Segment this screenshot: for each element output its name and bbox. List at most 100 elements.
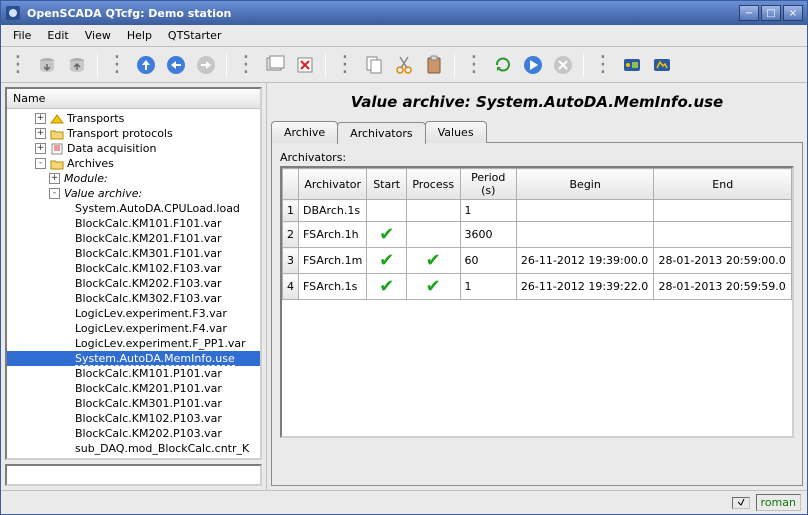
tree-row[interactable]: BlockCalc.KM102.P103.var — [7, 411, 260, 426]
copy-button[interactable] — [360, 51, 388, 79]
tab-archivators[interactable]: Archivators — [337, 122, 425, 144]
table-row[interactable]: 1DBArch.1s1 — [283, 200, 792, 222]
tree-row[interactable]: sub_DAQ.mod_LogicLev.cntr_e — [7, 456, 260, 458]
tree-row[interactable]: BlockCalc.KM202.P103.var — [7, 426, 260, 441]
cell-period[interactable]: 60 — [460, 248, 516, 274]
cell-archivator[interactable]: FSArch.1s — [299, 274, 367, 300]
nav-back-button[interactable] — [162, 51, 190, 79]
tree-toggle[interactable]: + — [35, 128, 46, 139]
toolbar-grip[interactable]: ⋮ — [461, 52, 487, 77]
menu-edit[interactable]: Edit — [39, 27, 76, 44]
menu-view[interactable]: View — [77, 27, 119, 44]
tree-toggle[interactable]: + — [35, 113, 46, 124]
menu-help[interactable]: Help — [119, 27, 160, 44]
tree-toggle[interactable]: - — [35, 158, 46, 169]
tree-toggle[interactable]: + — [49, 173, 60, 184]
tree-row[interactable]: -Archives — [7, 156, 260, 171]
tree-row[interactable]: BlockCalc.KM302.F103.var — [7, 291, 260, 306]
tree-row[interactable]: BlockCalc.KM102.F103.var — [7, 261, 260, 276]
cell-archivator[interactable]: DBArch.1s — [299, 200, 367, 222]
cell-process[interactable]: ✔ — [406, 248, 460, 274]
col-header[interactable]: End — [654, 169, 792, 200]
tree-row[interactable]: BlockCalc.KM101.P101.var — [7, 366, 260, 381]
cell-start[interactable] — [367, 200, 407, 222]
tree-row[interactable]: LogicLev.experiment.F3.var — [7, 306, 260, 321]
cell-end[interactable] — [654, 200, 792, 222]
menu-file[interactable]: File — [5, 27, 39, 44]
tree-row[interactable]: BlockCalc.KM301.F101.var — [7, 246, 260, 261]
maximize-button[interactable]: □ — [761, 5, 781, 21]
cell-end[interactable]: 28-01-2013 20:59:59.0 — [654, 274, 792, 300]
tree-row[interactable]: BlockCalc.KM301.P101.var — [7, 396, 260, 411]
tree[interactable]: Name +Transports+Transport protocols+Dat… — [5, 87, 262, 460]
cell-process[interactable] — [406, 222, 460, 248]
tree-row[interactable]: BlockCalc.KM201.F101.var — [7, 231, 260, 246]
toolbar-grip[interactable]: ⋮ — [5, 52, 31, 77]
cell-start[interactable]: ✔ — [367, 274, 407, 300]
cell-begin[interactable]: 26-11-2012 19:39:22.0 — [516, 274, 654, 300]
tree-row[interactable]: BlockCalc.KM202.F103.var — [7, 276, 260, 291]
col-header[interactable]: Period (s) — [460, 169, 516, 200]
cell-begin[interactable] — [516, 222, 654, 248]
tree-row[interactable]: +Module: — [7, 171, 260, 186]
toolbar-grip[interactable]: ⋮ — [332, 52, 358, 77]
archivators-table[interactable]: ArchivatorStartProcessPeriod (s)BeginEnd… — [280, 166, 794, 438]
col-header[interactable]: Archivator — [299, 169, 367, 200]
tree-row[interactable]: System.AutoDA.CPULoad.load — [7, 201, 260, 216]
minimize-button[interactable]: − — [739, 5, 759, 21]
titlebar[interactable]: OpenSCADA QTcfg: Demo station − □ × — [1, 1, 807, 25]
cell-end[interactable] — [654, 222, 792, 248]
tree-row[interactable]: System.AutoDA.MemInfo.use — [7, 351, 260, 366]
tree-row[interactable]: +Transports — [7, 111, 260, 126]
item-del-button[interactable] — [291, 51, 319, 79]
toolbar-grip[interactable]: ⋮ — [590, 52, 616, 77]
paste-button[interactable] — [420, 51, 448, 79]
close-button[interactable]: × — [783, 5, 803, 21]
cell-archivator[interactable]: FSArch.1m — [299, 248, 367, 274]
tree-row[interactable]: LogicLev.experiment.F_PP1.var — [7, 336, 260, 351]
tree-row[interactable]: +Transport protocols — [7, 126, 260, 141]
cell-start[interactable]: ✔ — [367, 248, 407, 274]
tree-toggle[interactable]: - — [49, 188, 60, 199]
address-input[interactable] — [5, 464, 262, 486]
tree-row[interactable]: +Data acquisition — [7, 141, 260, 156]
cell-process[interactable]: ✔ — [406, 274, 460, 300]
tree-row[interactable]: BlockCalc.KM101.F101.var — [7, 216, 260, 231]
module-b-button[interactable] — [648, 51, 676, 79]
cell-period[interactable]: 1 — [460, 274, 516, 300]
cell-period[interactable]: 1 — [460, 200, 516, 222]
status-indicator[interactable] — [732, 497, 750, 509]
col-header[interactable]: Start — [367, 169, 407, 200]
col-header[interactable]: Begin — [516, 169, 654, 200]
col-header[interactable]: Process — [406, 169, 460, 200]
tree-toggle[interactable]: + — [35, 143, 46, 154]
cell-period[interactable]: 3600 — [460, 222, 516, 248]
cell-begin[interactable] — [516, 200, 654, 222]
cell-begin[interactable]: 26-11-2012 19:39:00.0 — [516, 248, 654, 274]
nav-up-button[interactable] — [132, 51, 160, 79]
tab-archive[interactable]: Archive — [271, 121, 338, 143]
stop-button[interactable] — [549, 51, 577, 79]
tab-values[interactable]: Values — [425, 121, 487, 143]
cell-start[interactable]: ✔ — [367, 222, 407, 248]
toolbar-grip[interactable]: ⋮ — [104, 52, 130, 77]
tree-row[interactable]: BlockCalc.KM201.P101.var — [7, 381, 260, 396]
db-load-button[interactable] — [33, 51, 61, 79]
cell-archivator[interactable]: FSArch.1h — [299, 222, 367, 248]
cut-button[interactable] — [390, 51, 418, 79]
tree-row[interactable]: LogicLev.experiment.F4.var — [7, 321, 260, 336]
menu-qtstarter[interactable]: QTStarter — [160, 27, 230, 44]
nav-forward-button[interactable] — [192, 51, 220, 79]
tree-row[interactable]: -Value archive: — [7, 186, 260, 201]
table-row[interactable]: 4FSArch.1s✔✔126-11-2012 19:39:22.028-01-… — [283, 274, 792, 300]
db-save-button[interactable] — [63, 51, 91, 79]
item-add-button[interactable] — [261, 51, 289, 79]
cell-process[interactable] — [406, 200, 460, 222]
run-button[interactable] — [519, 51, 547, 79]
table-row[interactable]: 2FSArch.1h✔3600 — [283, 222, 792, 248]
toolbar-grip[interactable]: ⋮ — [233, 52, 259, 77]
cell-end[interactable]: 28-01-2013 20:59:00.0 — [654, 248, 792, 274]
refresh-button[interactable] — [489, 51, 517, 79]
module-a-button[interactable] — [618, 51, 646, 79]
tree-header-name[interactable]: Name — [7, 89, 260, 109]
